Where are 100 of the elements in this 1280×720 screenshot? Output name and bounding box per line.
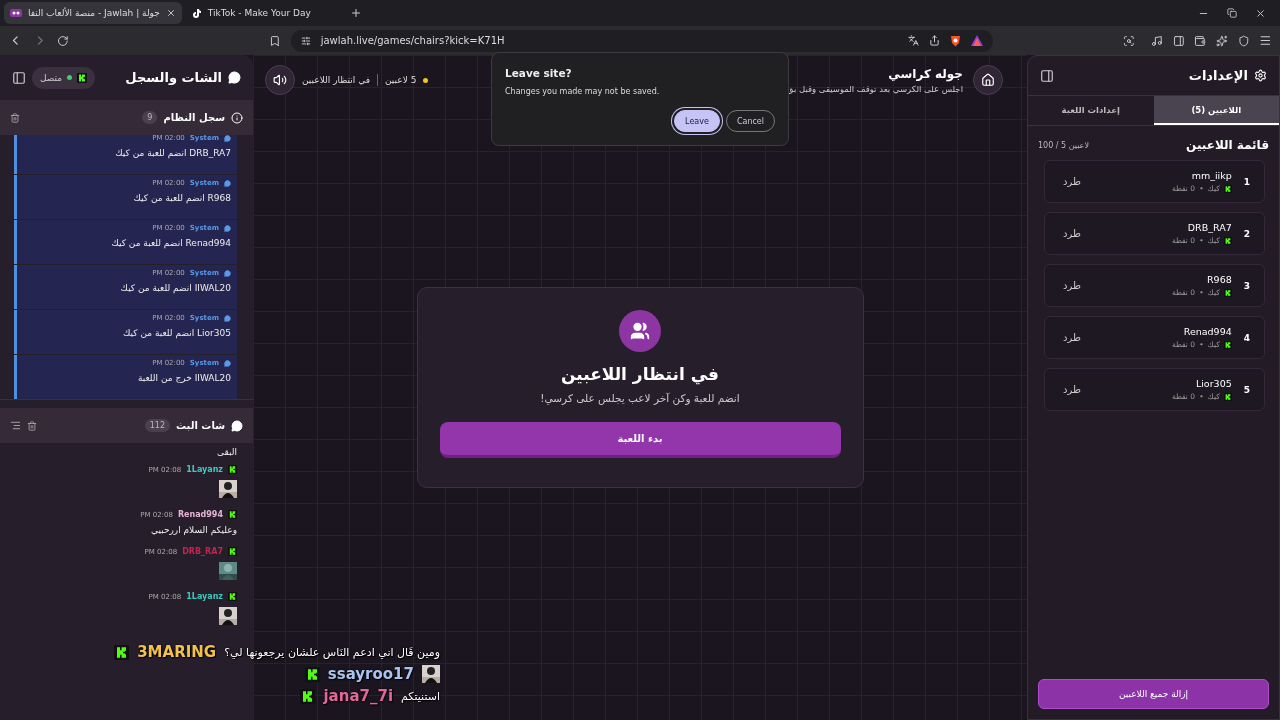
chat-icon bbox=[224, 359, 231, 367]
triangle-icon[interactable] bbox=[971, 35, 984, 46]
user-name: 1Layanz bbox=[186, 592, 223, 601]
sidebar-icon[interactable] bbox=[1172, 34, 1185, 47]
status-dot bbox=[423, 77, 429, 83]
message-text: البقى bbox=[216, 447, 237, 457]
lion-shield-icon[interactable] bbox=[950, 34, 962, 47]
trash-icon[interactable] bbox=[27, 420, 37, 431]
game-status: في انتظار اللاعبين bbox=[302, 75, 370, 85]
music-icon[interactable] bbox=[1150, 34, 1163, 47]
count-badge: 9 bbox=[142, 111, 158, 124]
player-rank: 4 bbox=[1243, 332, 1250, 343]
section-title: سجل النظام bbox=[163, 112, 225, 123]
share-icon[interactable] bbox=[929, 35, 941, 46]
count-badge: 112 bbox=[144, 419, 170, 432]
logo-icon bbox=[228, 547, 237, 556]
player-rank: 1 bbox=[1243, 176, 1250, 187]
message-text: IIWAL20 انضم للعبة من كيك bbox=[119, 283, 231, 293]
translate-icon[interactable] bbox=[908, 35, 920, 46]
user-name: DRB_RA7 bbox=[182, 547, 223, 556]
dialog-title: Leave site? bbox=[505, 67, 573, 79]
player-rank: 5 bbox=[1243, 384, 1250, 395]
message-text: Lior305 انضم للعبة من كيك bbox=[122, 328, 231, 338]
site-icon bbox=[10, 9, 22, 17]
settings-icon bbox=[1254, 69, 1267, 82]
user-name: Renad994 bbox=[177, 510, 223, 519]
chat-icon bbox=[224, 224, 231, 232]
browser-tab[interactable]: TikTok - Make Your Day bbox=[185, 2, 346, 24]
restore-icon[interactable] bbox=[1227, 7, 1237, 18]
message-text: وعليكم السلام اررحبيي bbox=[150, 525, 237, 535]
overlay-message: ومين قَال اني ادعم النَاس علشان يرجعونها لي؟ bbox=[224, 645, 440, 659]
player-count: 5 لاعبين bbox=[385, 75, 417, 85]
speaker-icon bbox=[273, 73, 287, 87]
card-title: في انتظار اللاعبين bbox=[561, 364, 719, 384]
address-bar[interactable]: jawlah.live/games/chairs?kick=K71H bbox=[290, 29, 994, 52]
tab[interactable]: إعدادات اللعبة bbox=[1028, 96, 1154, 125]
site-settings-icon[interactable] bbox=[300, 35, 311, 46]
collapse-icon[interactable] bbox=[1040, 68, 1054, 83]
panel-title: الإعدادات bbox=[1188, 68, 1248, 83]
logo-icon bbox=[77, 72, 88, 83]
message-text: Renad994 انضم للعبة من كيك bbox=[110, 238, 231, 248]
player-rank: 2 bbox=[1243, 228, 1250, 239]
info-icon bbox=[231, 111, 243, 124]
url-text: jawlah.live/games/chairs?kick=K71H bbox=[320, 35, 505, 46]
overlay-user-name: jana7_7i bbox=[323, 687, 394, 705]
logo-icon bbox=[228, 592, 237, 601]
card-text: انضم للعبة وكن آخر لاعب يجلس على كرسي! bbox=[540, 392, 740, 404]
status-badge: متصل bbox=[32, 66, 96, 89]
home-button[interactable] bbox=[973, 65, 1003, 95]
new-tab-icon[interactable] bbox=[349, 7, 362, 19]
chat-icon bbox=[224, 269, 231, 277]
player-name: Lior305 bbox=[1194, 378, 1232, 389]
shield-icon[interactable] bbox=[1237, 34, 1250, 47]
logo-icon bbox=[1223, 184, 1232, 193]
chat-icon bbox=[224, 314, 231, 322]
message-text: IIWAL20 خرج من اللعبة bbox=[136, 373, 231, 383]
logo-icon bbox=[228, 510, 237, 519]
player-capacity: 100 / 5 لاعبين bbox=[1038, 140, 1089, 150]
dialog-message: Changes you made may not be saved. bbox=[505, 87, 661, 96]
note-icon bbox=[191, 8, 202, 18]
reload-icon[interactable] bbox=[57, 34, 69, 47]
close-icon[interactable] bbox=[165, 8, 176, 18]
dialog-button[interactable]: Leave bbox=[674, 110, 720, 132]
logo-icon bbox=[228, 465, 237, 474]
close-icon[interactable] bbox=[1255, 7, 1266, 19]
kick-button[interactable]: طرد bbox=[1059, 174, 1085, 189]
section-title: شات البث bbox=[176, 420, 225, 431]
logo-icon bbox=[1223, 288, 1232, 297]
menu-icon[interactable] bbox=[1259, 34, 1273, 47]
overlay-user-name: ssayroo17 bbox=[327, 665, 414, 683]
kick-button[interactable]: طرد bbox=[1059, 330, 1085, 345]
sound-button[interactable] bbox=[265, 65, 295, 95]
screenshot-icon[interactable] bbox=[1123, 34, 1135, 47]
wallet-icon[interactable] bbox=[1194, 34, 1206, 47]
list-title: قائمة اللاعبين bbox=[1186, 138, 1269, 152]
kick-button[interactable]: طرد bbox=[1059, 226, 1085, 241]
player-name: R968 bbox=[1206, 274, 1232, 285]
chat-icon bbox=[231, 419, 243, 432]
tab[interactable]: اللاعبين (5) bbox=[1153, 96, 1279, 125]
home-icon bbox=[981, 73, 995, 87]
overlay-user-name: 3MARING bbox=[137, 643, 217, 661]
browser-tab[interactable]: جولة | Jawlah - منصة الألعاب التفا bbox=[4, 2, 182, 24]
collapse-icon[interactable] bbox=[12, 70, 26, 85]
panel-title: الشات والسجل bbox=[125, 70, 222, 85]
users-icon bbox=[630, 321, 650, 341]
trash-icon[interactable] bbox=[10, 112, 20, 123]
remove-all-button[interactable]: إزالة جميع اللاعبين bbox=[1038, 679, 1269, 709]
overlay-message: استنيتكم bbox=[401, 689, 440, 703]
logo-icon bbox=[1223, 340, 1232, 349]
sparkle-icon[interactable] bbox=[1215, 34, 1228, 47]
player-rank: 3 bbox=[1243, 280, 1250, 291]
logo-icon bbox=[1223, 236, 1232, 245]
kick-button[interactable]: طرد bbox=[1059, 278, 1085, 293]
player-name: mm_iikp bbox=[1190, 170, 1232, 181]
start-button[interactable]: بدء اللعبة bbox=[439, 422, 841, 458]
message-text: R968 انضم للعبة من كيك bbox=[132, 193, 231, 203]
align-icon[interactable] bbox=[10, 420, 21, 431]
bookmark-icon[interactable] bbox=[268, 34, 281, 47]
message-text: DRB_RA7 انضم للعبة من كيك bbox=[114, 148, 231, 158]
kick-button[interactable]: طرد bbox=[1059, 382, 1085, 397]
